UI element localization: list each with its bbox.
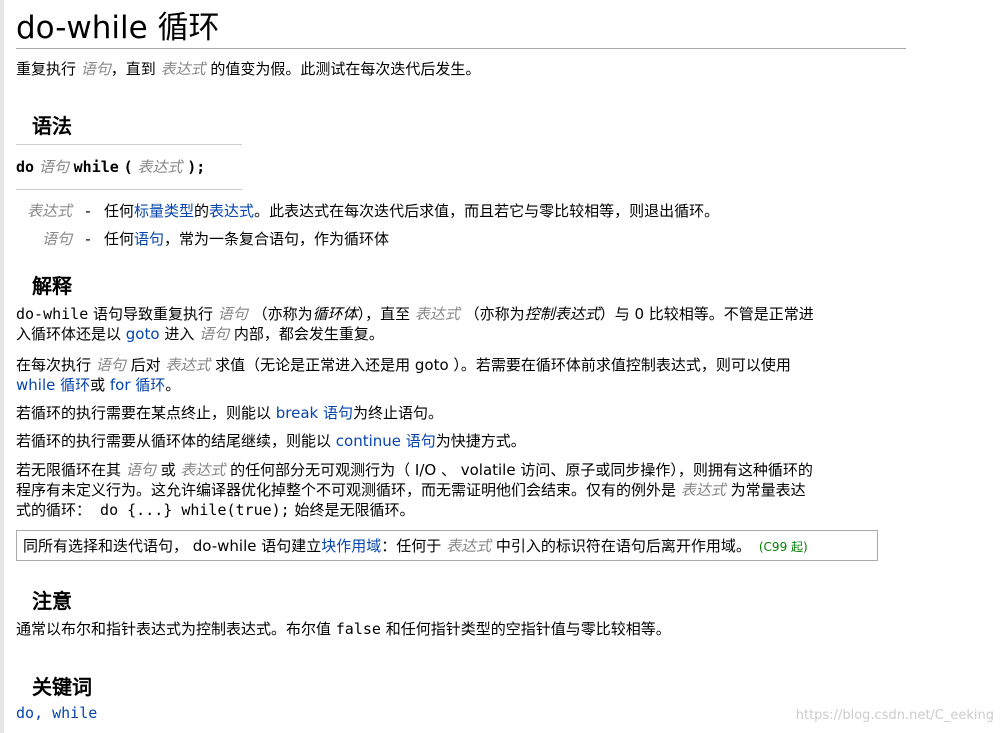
- link-break-statement[interactable]: break 语句: [276, 404, 353, 422]
- param-name: 语句: [41, 230, 72, 248]
- var-expression: 表达式: [446, 537, 492, 555]
- explanation-paragraph-2: 在每次执行 语句 后对 表达式 求值（无论是正常进入还是用 goto ）。若需要…: [16, 355, 906, 395]
- keyword-while: while: [73, 158, 119, 176]
- keywords-list: do, while: [16, 703, 906, 723]
- var-expression: 表达式: [160, 60, 206, 78]
- var-expression: 表达式: [137, 158, 183, 176]
- intro-text: 重复执行: [16, 60, 81, 78]
- notes-paragraph: 通常以布尔和指针表达式为控制表达式。布尔值 false 和任何指针类型的空指针值…: [16, 619, 906, 639]
- syntax-box: do 语句 while ( 表达式 );: [16, 144, 242, 190]
- text: 程序有未定义行为。这允许编译器优化掉整个不可观测循环，而无需证明他们会结束。仅有…: [16, 481, 681, 499]
- var-statement: 语句: [95, 356, 126, 374]
- text: 式的循环：: [16, 501, 92, 519]
- page-content: do-while 循环 重复执行 语句，直到 表达式 的值变为假。此测试在每次迭…: [16, 0, 906, 722]
- keyword-link-while[interactable]: while: [52, 704, 97, 722]
- var-expression: 表达式: [414, 305, 460, 323]
- code-do-while: do-while: [16, 305, 89, 323]
- param-desc: 任何: [104, 202, 135, 220]
- explanation-paragraph-4: 若循环的执行需要从循环体的结尾继续，则能以 continue 语句为快捷方式。: [16, 431, 906, 451]
- text: 若无限循环在其: [16, 461, 126, 479]
- keyword-link-do[interactable]: do: [16, 704, 34, 722]
- link-while-loop[interactable]: while 循环: [16, 376, 90, 394]
- text: 后对: [125, 356, 166, 374]
- text: 或: [90, 376, 110, 394]
- explanation-paragraph-3: 若循环的执行需要在某点终止，则能以 break 语句为终止语句。: [16, 403, 906, 423]
- text: 为终止语句。: [353, 404, 444, 422]
- text: 若循环的执行需要从循环体的结尾继续，则能以: [16, 432, 336, 450]
- link-continue-statement[interactable]: continue 语句: [336, 432, 436, 450]
- text: 为快捷方式。: [435, 432, 526, 450]
- link-statement[interactable]: 语句: [134, 230, 164, 248]
- text: 和任何指针类型的空指针值与零比较相等。: [380, 620, 671, 638]
- link-block-scope[interactable]: 块作用域: [321, 537, 381, 555]
- text: 语句导致重复执行: [88, 305, 218, 323]
- keyword-do: do: [16, 158, 35, 176]
- text: 同所有选择和迭代语句， do-while 语句建立: [23, 537, 322, 555]
- text: 中引入的标识符在语句后离开作用域。: [491, 537, 751, 555]
- keyword-separator: ,: [34, 704, 53, 722]
- text: 的任何部分无可观测行为（ I/O 、 volatile 访问、原子或同步操作），…: [225, 461, 813, 479]
- explanation-paragraph-5: 若无限循环在其 语句 或 表达式 的任何部分无可观测行为（ I/O 、 vola…: [16, 460, 906, 520]
- scope-note-box: 同所有选择和迭代语句， do-while 语句建立块作用域：任何于 表达式 中引…: [16, 530, 878, 561]
- link-expression[interactable]: 表达式: [209, 202, 254, 220]
- text: 在每次执行: [16, 356, 96, 374]
- var-statement: 语句: [125, 461, 156, 479]
- param-dash: -: [85, 230, 91, 248]
- text: ）与 0 比较相等。不管是正常进: [599, 305, 814, 323]
- param-desc: 的: [194, 202, 210, 220]
- link-scalar-type[interactable]: 标量类型: [134, 202, 194, 220]
- text: 通常以布尔和指针表达式为控制表达式。布尔值: [16, 620, 336, 638]
- heading-keywords: 关键词: [32, 675, 92, 699]
- param-desc: 。此表达式在每次迭代后求值，而且若它与零比较相等，则退出循环。: [254, 202, 720, 220]
- param-dash: -: [85, 202, 91, 220]
- intro-text: 的值变为假。此测试在每次迭代后发生。: [205, 60, 481, 78]
- syntax-paren-open: (: [123, 158, 133, 176]
- text: 或: [155, 461, 181, 479]
- text: （亦称为: [247, 305, 313, 323]
- term-control-expression: 控制表达式: [524, 305, 600, 323]
- intro-paragraph: 重复执行 语句，直到 表达式 的值变为假。此测试在每次迭代后发生。: [16, 58, 480, 79]
- var-statement: 语句: [80, 60, 111, 78]
- text: ：任何于: [381, 537, 447, 555]
- text: 为常量表达: [725, 481, 806, 499]
- var-expression: 表达式: [680, 481, 726, 499]
- term-loop-body: 循环体: [312, 305, 358, 323]
- since-c99-badge: (C99 起): [758, 540, 808, 554]
- text: 进入: [159, 325, 200, 343]
- var-statement: 语句: [38, 158, 69, 176]
- page-title: do-while 循环: [16, 0, 906, 49]
- text: ），直至: [357, 305, 415, 323]
- intro-text: ，直到: [110, 60, 161, 78]
- param-expression-row: 表达式 - 任何标量类型的表达式。此表达式在每次迭代后求值，而且若它与零比较相等，则…: [16, 200, 719, 221]
- var-statement: 语句: [217, 305, 248, 323]
- watermark: https://blog.csdn.net/C_eeking: [795, 708, 994, 723]
- heading-notes: 注意: [32, 589, 72, 613]
- text: 。: [165, 376, 181, 394]
- text: 求值（无论是正常进入还是用 goto ）。若需要在循环体前求值控制表达式，则可以…: [210, 356, 791, 374]
- syntax-paren-close: );: [187, 158, 206, 176]
- text: 始终是无限循环。: [289, 501, 415, 519]
- left-border: [0, 0, 4, 733]
- text: 入循环体还是以: [16, 325, 126, 343]
- heading-explanation: 解释: [32, 274, 72, 298]
- var-statement: 语句: [199, 325, 230, 343]
- code-false: false: [335, 620, 381, 638]
- param-desc: 任何: [104, 230, 135, 248]
- param-statement-row: 语句 - 任何语句，常为一条复合语句，作为循环体: [16, 228, 389, 249]
- heading-syntax: 语法: [32, 114, 72, 138]
- var-expression: 表达式: [165, 356, 211, 374]
- link-goto[interactable]: goto: [126, 325, 160, 343]
- explanation-paragraph-1: do-while 语句导致重复执行 语句 （亦称为循环体），直至 表达式 （亦称…: [16, 304, 906, 344]
- code-infinite-loop: do {...} while(true);: [91, 501, 290, 519]
- text: （亦称为: [459, 305, 525, 323]
- link-for-loop[interactable]: for 循环: [110, 376, 165, 394]
- var-expression: 表达式: [180, 461, 226, 479]
- param-desc: ，常为一条复合语句，作为循环体: [164, 230, 390, 248]
- param-name: 表达式: [26, 202, 72, 220]
- text: 内部，都会发生重复。: [229, 325, 384, 343]
- text: 若循环的执行需要在某点终止，则能以: [16, 404, 276, 422]
